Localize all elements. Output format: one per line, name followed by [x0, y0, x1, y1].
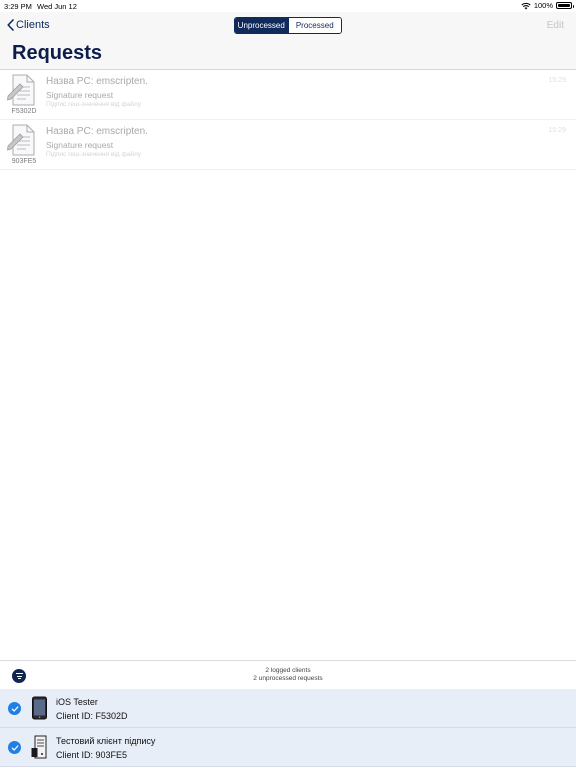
request-description: Підпис геш-значення від файлу	[46, 101, 142, 108]
request-list: F5302D Назва PC: emscripten. Signature r…	[0, 70, 576, 170]
back-button[interactable]: Clients	[7, 19, 50, 31]
document-signature-icon	[7, 74, 35, 106]
list-item[interactable]: F5302D Назва PC: emscripten. Signature r…	[0, 70, 576, 120]
status-indicators: 100%	[521, 1, 574, 10]
client-list: iOS Tester Client ID: F5302D Тестовий кл…	[0, 689, 576, 767]
segment-unprocessed[interactable]: Unprocessed	[235, 18, 288, 33]
request-subtitle: Signature request	[46, 140, 114, 150]
battery-icon	[556, 2, 574, 9]
chevron-left-icon	[7, 19, 14, 31]
request-time: 15:29	[548, 127, 566, 134]
request-id: 903FE5	[11, 158, 37, 165]
status-bar: 3:29 PM Wed Jun 12 100%	[0, 0, 576, 12]
request-title: Назва PC: emscripten.	[46, 76, 148, 87]
request-description: Підпис геш-значення від файлу	[46, 151, 142, 158]
client-item[interactable]: iOS Tester Client ID: F5302D	[0, 689, 576, 728]
status-time: 3:29 PM	[4, 2, 32, 11]
phone-icon	[32, 696, 47, 720]
status-date: Wed Jun 12	[37, 2, 77, 11]
back-button-label: Clients	[16, 19, 50, 31]
navigation-bar: Clients Unprocessed Processed Edit Reque…	[0, 12, 576, 70]
client-name: iOS Tester	[56, 697, 98, 707]
edit-button[interactable]: Edit	[547, 20, 564, 31]
page-title: Requests	[12, 42, 103, 64]
client-item[interactable]: Тестовий клієнт підпису Client ID: 903FE…	[0, 728, 576, 767]
client-name: Тестовий клієнт підпису	[56, 736, 156, 746]
summary-text: 2 logged clients 2 unprocessed requests	[0, 667, 576, 683]
request-subtitle: Signature request	[46, 90, 114, 100]
summary-bar: 2 logged clients 2 unprocessed requests	[0, 660, 576, 689]
document-signature-icon	[7, 124, 35, 156]
computer-icon	[31, 735, 47, 759]
list-item[interactable]: 903FE5 Назва PC: emscripten. Signature r…	[0, 120, 576, 170]
battery-percent: 100%	[533, 1, 553, 10]
request-title: Назва PC: emscripten.	[46, 126, 148, 137]
unprocessed-requests-count: 2 unprocessed requests	[253, 675, 323, 682]
checkmark-icon[interactable]	[8, 702, 21, 715]
client-id: Client ID: F5302D	[56, 711, 128, 721]
logged-clients-count: 2 logged clients	[265, 667, 311, 674]
checkmark-icon[interactable]	[8, 741, 21, 754]
request-id: F5302D	[11, 108, 37, 115]
client-id: Client ID: 903FE5	[56, 750, 128, 760]
segmented-control: Unprocessed Processed	[234, 17, 342, 34]
segment-processed[interactable]: Processed	[287, 18, 341, 33]
wifi-icon	[521, 2, 531, 9]
request-time: 15:29	[548, 77, 566, 84]
